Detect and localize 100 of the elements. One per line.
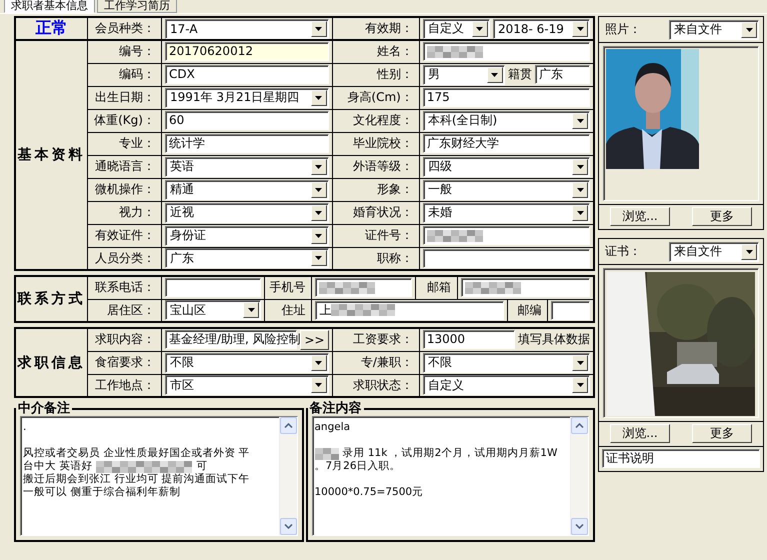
dropdown[interactable]: 精通 (164, 180, 329, 200)
caret-icon (315, 383, 322, 388)
dropdown[interactable]: 本科(全日制) (422, 110, 590, 130)
field-label: 婚育状况： (352, 205, 413, 219)
caret-icon (248, 308, 255, 312)
tab[interactable]: 求职者基本信息 (4, 0, 95, 13)
text-field[interactable]: 60 (164, 111, 329, 130)
field-label: 编码： (118, 67, 155, 81)
expand-button[interactable]: >> (300, 330, 329, 350)
dropdown[interactable]: 宝山区 (164, 300, 262, 320)
dropdown[interactable]: 不限 (422, 352, 590, 372)
caret-icon (576, 164, 584, 168)
text-field[interactable]: 证书说明 (602, 449, 760, 468)
text-field[interactable]: 广东 (534, 65, 590, 84)
tab[interactable]: 工作学习简历 (97, 0, 177, 13)
group-title: 备注内容 (308, 402, 362, 416)
field-label: 毕业院校： (352, 136, 413, 150)
caret-icon (315, 188, 322, 192)
dropdown[interactable]: 来自文件 (669, 242, 759, 262)
dropdown[interactable]: 广东 (164, 248, 329, 268)
dropdown[interactable]: 近视 (164, 202, 329, 222)
field-label: 专/兼职： (360, 355, 413, 369)
scrollbar[interactable] (570, 417, 588, 535)
redaction-mark (331, 304, 396, 316)
field-label: 文化程度： (352, 113, 413, 127)
field-label: 联系电话： (94, 280, 155, 294)
group-title: 中介备注 (17, 402, 71, 416)
text-field[interactable] (315, 278, 412, 298)
field-label: 工资要求： (352, 332, 413, 346)
note-text: angela (314, 421, 350, 434)
field-label: 形象： (376, 182, 413, 196)
text-field[interactable] (422, 248, 590, 268)
browse-button[interactable]: 浏览... (610, 424, 670, 443)
field-label: 姓名： (376, 44, 413, 58)
text-field[interactable]: 20170620012 (164, 42, 329, 62)
field-label: 身高(Cm)： (347, 90, 413, 104)
browse-button[interactable]: 更多 (692, 207, 752, 226)
text-field[interactable] (551, 300, 590, 320)
field-label: 求职内容： (94, 332, 155, 346)
caret-icon (315, 234, 322, 238)
section-title: 联系方式 (17, 291, 86, 307)
dropdown[interactable]: 1991年 3月21日星期四 (164, 88, 329, 108)
section-title: 基本资料 (17, 147, 86, 163)
browse-button[interactable]: 浏览... (610, 207, 670, 226)
scrollbar[interactable] (278, 417, 296, 535)
field-label: 外语等级： (352, 159, 413, 173)
field-label: 性别： (376, 67, 413, 81)
dropdown[interactable]: 一般 (422, 180, 590, 200)
note-text: 一般可以 侧重于综合福利年薪制 (23, 486, 180, 499)
caret-icon (315, 96, 322, 100)
note-text: 录用 11k ，试用期2个月，试用期内月薪1W (342, 447, 558, 460)
dropdown[interactable]: 17-A (164, 18, 329, 38)
redaction-mark (426, 230, 483, 242)
text-field[interactable]: 13000 (422, 330, 515, 350)
text-field[interactable]: 广东财经大学 (422, 134, 590, 153)
field-label: 证件号： (364, 228, 413, 242)
field-label: 微机操作： (94, 182, 155, 196)
field-label: 编号： (118, 44, 155, 58)
caret-icon (315, 26, 322, 30)
dropdown[interactable]: 身份证 (164, 226, 329, 246)
field-label: 专业： (118, 136, 155, 150)
caret-icon (491, 72, 498, 76)
text-field[interactable]: 基金经理/助理, 风险控制 (164, 330, 298, 350)
caret-icon (476, 26, 484, 30)
notes-field[interactable]: . 风控或者交易员 企业性质最好国企或者外资 平 台中大 英语好 可 搬迁后期会到张江 行业均可 提前沟通面试下午 一般可以 侧重于综合福利年薪制 (20, 416, 298, 536)
text-field[interactable] (422, 42, 590, 62)
dropdown[interactable]: 不限 (164, 352, 329, 372)
field-label: 邮编 (517, 302, 542, 317)
text-field[interactable] (422, 226, 590, 245)
caret-icon (576, 210, 584, 214)
caret-icon (576, 383, 584, 388)
dropdown[interactable]: 自定义 (422, 18, 490, 38)
dropdown[interactable]: 四级 (422, 156, 590, 176)
caret-icon (576, 118, 584, 122)
text-field[interactable] (460, 278, 590, 298)
dropdown[interactable]: 市区 (164, 375, 329, 396)
notes-field[interactable]: angela 录用 11k ，试用期2个月，试用期内月薪1W 。7月26日入职。 10000*0.75=7500元 (312, 416, 589, 536)
note-text: 。7月26日入职。 (314, 460, 401, 473)
dropdown[interactable]: 未婚 (422, 202, 590, 222)
note-text: 台中大 英语好 (23, 460, 92, 473)
dropdown[interactable]: 来自文件 (669, 20, 759, 40)
caret-icon (315, 360, 322, 364)
text-field[interactable]: CDX (164, 65, 329, 84)
dropdown[interactable]: 2018- 6-19 (492, 18, 590, 38)
text-field[interactable] (164, 278, 262, 298)
text-field[interactable]: 175 (422, 88, 590, 107)
chevron-down-icon (575, 524, 584, 529)
dropdown[interactable]: 男 (422, 64, 505, 84)
redaction-mark (319, 282, 376, 294)
field-label: 工作地点： (94, 378, 155, 392)
field-label: 求职状态： (352, 378, 413, 392)
browse-button[interactable]: 更多 (692, 424, 752, 443)
field-label: 视力： (118, 205, 155, 219)
caret-icon (576, 188, 584, 192)
field-label: 住址 (281, 302, 306, 317)
text-field[interactable]: 上 (315, 300, 504, 320)
text-field[interactable]: 统计学 (164, 134, 329, 153)
dropdown[interactable]: 自定义 (422, 375, 590, 396)
dropdown[interactable]: 英语 (164, 156, 329, 176)
caret-icon (315, 256, 322, 260)
